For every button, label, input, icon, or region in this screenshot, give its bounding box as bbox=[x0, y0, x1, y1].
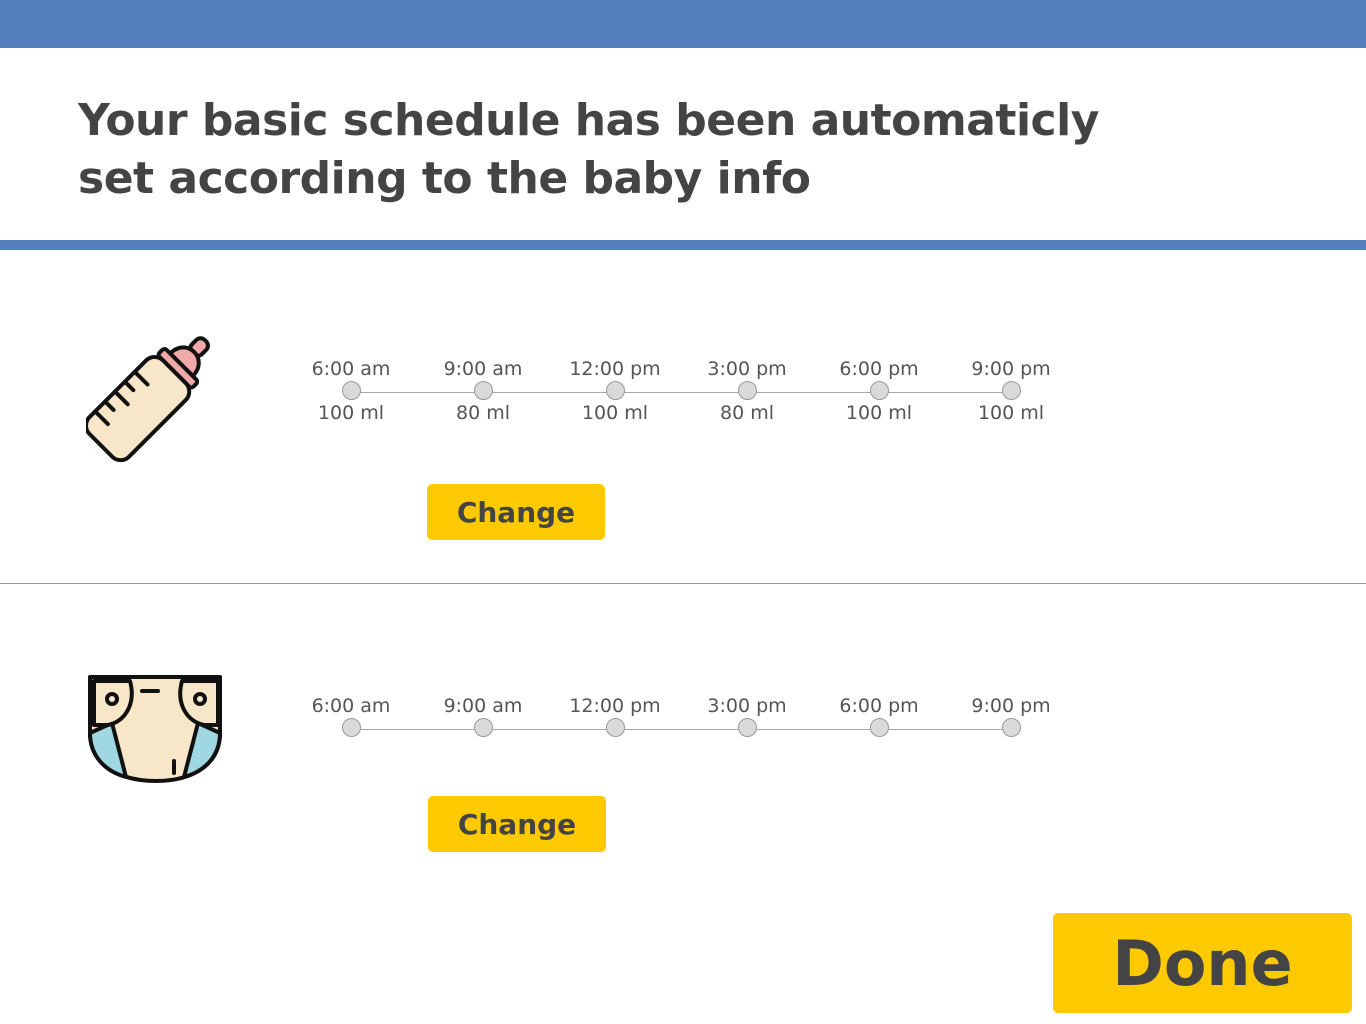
diaper-point[interactable]: 12:00 pm bbox=[545, 695, 685, 737]
diaper-point[interactable]: 9:00 am bbox=[413, 695, 553, 737]
header-divider bbox=[0, 240, 1366, 250]
timeline-dot[interactable] bbox=[869, 381, 889, 400]
page-title-line-1: Your basic schedule has been automaticly bbox=[78, 95, 1099, 146]
feeding-change-button[interactable]: Change bbox=[427, 484, 605, 540]
feeding-time: 12:00 pm bbox=[569, 358, 661, 380]
feeding-timeline: 6:00 am 100 ml 9:00 am 80 ml 12:00 pm 10… bbox=[300, 358, 1080, 448]
timeline-dot[interactable] bbox=[473, 381, 493, 400]
top-bar bbox=[0, 0, 1366, 48]
feeding-point[interactable]: 9:00 pm 100 ml bbox=[941, 358, 1081, 424]
diaper-change-button[interactable]: Change bbox=[428, 796, 606, 852]
feeding-time: 9:00 am bbox=[443, 358, 523, 380]
diaper-time: 3:00 pm bbox=[707, 695, 787, 717]
baby-bottle-icon bbox=[86, 323, 226, 463]
feeding-point[interactable]: 6:00 am 100 ml bbox=[281, 358, 421, 424]
timeline-dot[interactable] bbox=[341, 381, 361, 400]
page-title-line-2: set according to the baby info bbox=[78, 153, 811, 204]
diaper-time: 6:00 am bbox=[311, 695, 391, 717]
feeding-amount: 100 ml bbox=[581, 402, 649, 424]
feeding-point[interactable]: 3:00 pm 80 ml bbox=[677, 358, 817, 424]
timeline-dot[interactable] bbox=[341, 718, 361, 737]
timeline-dot[interactable] bbox=[1001, 381, 1021, 400]
section-divider bbox=[0, 583, 1366, 584]
feeding-time: 6:00 pm bbox=[839, 358, 919, 380]
feeding-amount: 100 ml bbox=[845, 402, 913, 424]
feeding-amount: 100 ml bbox=[977, 402, 1045, 424]
feeding-amount: 80 ml bbox=[455, 402, 510, 424]
feeding-point[interactable]: 9:00 am 80 ml bbox=[413, 358, 553, 424]
diaper-time: 12:00 pm bbox=[569, 695, 661, 717]
diaper-icon bbox=[86, 673, 226, 785]
feeding-time: 6:00 am bbox=[311, 358, 391, 380]
diaper-time: 9:00 pm bbox=[971, 695, 1051, 717]
diaper-point[interactable]: 6:00 pm bbox=[809, 695, 949, 737]
diaper-point[interactable]: 6:00 am bbox=[281, 695, 421, 737]
feeding-amount: 100 ml bbox=[317, 402, 385, 424]
diaper-time: 9:00 am bbox=[443, 695, 523, 717]
timeline-dot[interactable] bbox=[737, 718, 757, 737]
diaper-timeline: 6:00 am 9:00 am 12:00 pm 3:00 pm 6:00 pm… bbox=[300, 695, 1080, 785]
timeline-dot[interactable] bbox=[605, 381, 625, 400]
feeding-point[interactable]: 6:00 pm 100 ml bbox=[809, 358, 949, 424]
timeline-dot[interactable] bbox=[737, 381, 757, 400]
feeding-point[interactable]: 12:00 pm 100 ml bbox=[545, 358, 685, 424]
feeding-time: 3:00 pm bbox=[707, 358, 787, 380]
timeline-dot[interactable] bbox=[473, 718, 493, 737]
done-button[interactable]: Done bbox=[1053, 913, 1352, 1013]
timeline-dot[interactable] bbox=[1001, 718, 1021, 737]
diaper-point[interactable]: 9:00 pm bbox=[941, 695, 1081, 737]
diaper-time: 6:00 pm bbox=[839, 695, 919, 717]
page-title: Your basic schedule has been automaticly… bbox=[78, 92, 1099, 208]
diaper-point[interactable]: 3:00 pm bbox=[677, 695, 817, 737]
feeding-time: 9:00 pm bbox=[971, 358, 1051, 380]
timeline-dot[interactable] bbox=[869, 718, 889, 737]
timeline-dot[interactable] bbox=[605, 718, 625, 737]
feeding-amount: 80 ml bbox=[719, 402, 774, 424]
